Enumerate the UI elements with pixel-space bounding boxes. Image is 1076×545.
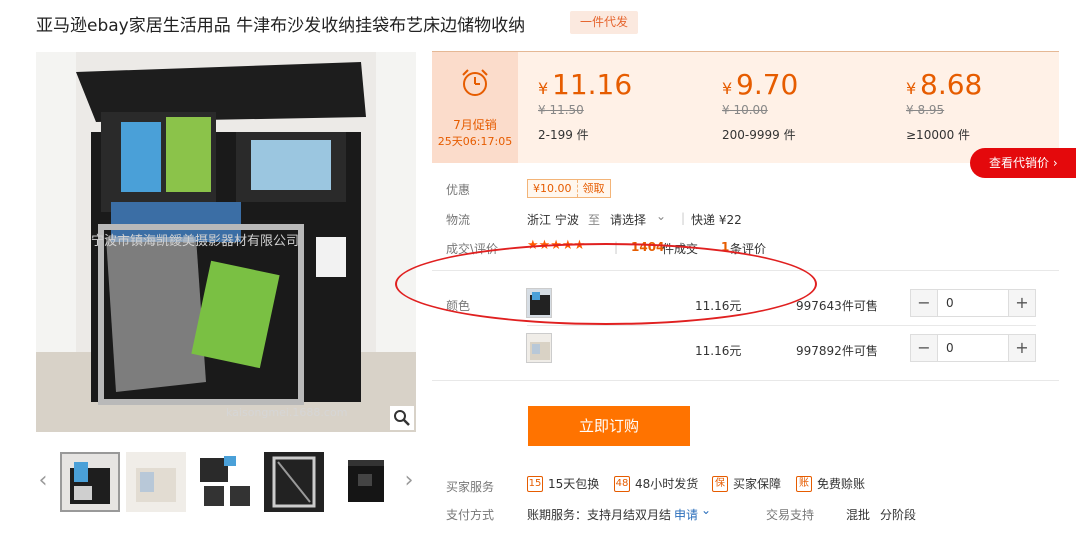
logistics-label: 物流 [446,213,471,227]
origin-location: 浙江 宁波 [527,213,579,227]
thumbnail-3[interactable] [194,452,254,512]
calendar-15-icon: 15 [527,475,543,492]
buyer-services-label: 买家服务 [446,480,495,494]
price-tier-1: ¥ 11.16 ¥ 11.50 2-199 件 [538,68,698,143]
tier-price: 9.70 [736,68,799,101]
price-panel: 7月促销 25天06:17:05 ¥ 11.16 ¥ 11.50 2-199 件… [432,51,1059,163]
coupon-tag[interactable]: ¥10.00 领取 [527,179,611,198]
quantity-input[interactable]: 0 [946,296,954,310]
prev-thumb-button[interactable]: ‹ [36,468,50,494]
shield-icon: 保 [712,475,728,492]
product-page: 亚马逊ebay家居生活用品 牛津布沙发收纳挂袋布艺床边储物收纳 一件代发 宁波市… [0,0,1076,545]
order-now-button[interactable]: 立即订购 [528,406,690,446]
destination-select[interactable]: 请选择 [610,211,646,228]
thumbnail-1[interactable] [60,452,120,512]
annotation-circle [395,243,817,325]
service-48h-ship[interactable]: 48 48小时发货 [614,475,698,492]
quantity-stepper: − 0 + [910,334,1036,362]
currency-symbol: ¥ [538,79,549,98]
discount-label: 优惠 [446,183,471,197]
divider-bar: | [681,211,686,225]
shipping-fee: 快递 ¥22 [691,213,742,227]
tier-quantity: 2-199 件 [538,128,589,142]
quantity-input[interactable]: 0 [946,341,954,355]
divider [527,325,1036,326]
trade-item-mixed: 混批 [846,508,871,522]
coupon-claim[interactable]: 领取 [576,180,610,197]
zoom-icon[interactable] [390,406,414,430]
thumbnail-strip: ‹ › [36,450,416,514]
credit-icon: 账 [796,475,812,492]
decrease-button[interactable]: − [911,335,938,361]
agent-price-button[interactable]: 查看代销价 › [970,148,1076,178]
decrease-button[interactable]: − [911,290,938,316]
sku-stock: 997643件可售 [796,299,878,313]
tier-original-price: ¥ 10.00 [722,103,768,117]
currency-symbol: ¥ [906,79,917,98]
tier-price: 8.68 [920,68,983,101]
thumbnail-5[interactable] [336,452,396,512]
divider [432,380,1059,381]
product-title: 亚马逊ebay家居生活用品 牛津布沙发收纳挂袋布艺床边储物收纳 [36,16,526,36]
price-tier-2: ¥ 9.70 ¥ 10.00 200-9999 件 [722,68,882,143]
tier-original-price: ¥ 11.50 [538,103,584,117]
sku-price: 11.16元 [695,344,742,358]
organizer-illustration: 宁波市镇海凯鑀美摄影器材有限公司 kaisongmei.1688.com [36,52,416,432]
promo-panel: 7月促销 25天06:17:05 [432,52,518,163]
quantity-stepper: − 0 + [910,289,1036,317]
tier-quantity: 200-9999 件 [722,128,796,142]
clock-48-icon: 48 [614,475,630,492]
tier-quantity: ≥10000 件 [906,128,971,142]
chevron-down-icon[interactable]: ⌄ [656,209,666,223]
to-text: 至 [588,213,601,227]
thumbnail-2[interactable] [126,452,186,512]
svg-text:宁波市镇海凯鑀美摄影器材有限公司: 宁波市镇海凯鑀美摄影器材有限公司 [91,233,299,249]
sku-thumbnail-beige[interactable] [526,333,552,363]
chevron-down-icon[interactable]: ⌄ [701,503,711,517]
main-product-image[interactable]: 宁波市镇海凯鑀美摄影器材有限公司 kaisongmei.1688.com [36,52,416,432]
svg-text:kaisongmei.1688.com: kaisongmei.1688.com [226,406,347,419]
increase-button[interactable]: + [1008,335,1035,361]
promo-countdown: 25天06:17:05 [437,135,513,148]
payment-label: 支付方式 [446,508,495,522]
tier-original-price: ¥ 8.95 [906,103,945,117]
apply-link[interactable]: 申请 [674,506,698,523]
service-buyer-protection[interactable]: 保买家保障 [712,475,781,492]
alarm-clock-icon [462,69,488,96]
dropship-badge[interactable]: 一件代发 [570,11,638,34]
increase-button[interactable]: + [1008,290,1035,316]
next-thumb-button[interactable]: › [402,468,416,494]
service-15day-exchange[interactable]: 15 15天包换 [527,475,599,492]
thumbnail-4[interactable] [264,452,324,512]
trade-support-label: 交易支持 [766,508,815,522]
sku-stock: 997892件可售 [796,344,878,358]
coupon-value: ¥10.00 [533,182,572,195]
currency-symbol: ¥ [722,79,733,98]
tier-price: 11.16 [552,68,633,101]
promo-label: 7月促销 [453,118,497,132]
payment-text: 账期服务：支持月结双月结 [527,508,672,522]
trade-item-stage: 分阶段 [880,508,917,522]
price-tier-3: ¥ 8.68 ¥ 8.95 ≥10000 件 [906,68,1066,143]
service-free-credit[interactable]: 账免费赊账 [796,475,865,492]
